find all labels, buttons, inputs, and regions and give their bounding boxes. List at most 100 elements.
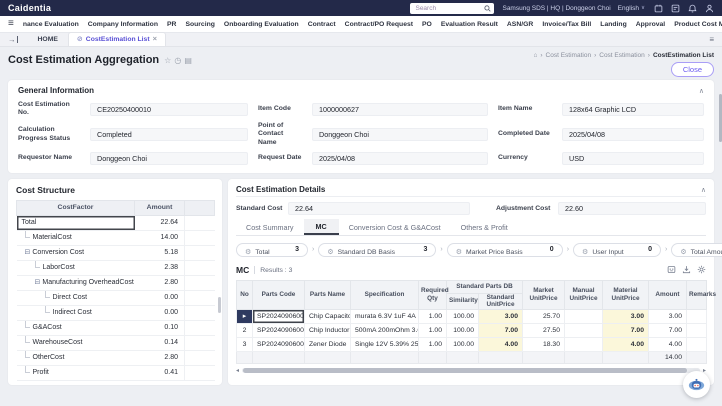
chip-total[interactable]: ⚙Total 3 [236,243,308,257]
tree-row-profit[interactable]: Profit 0.41 [17,365,215,380]
tree-row-laborcost[interactable]: LaborCost 2.38 [17,260,215,275]
column-header-parts-name[interactable]: Parts Name [305,280,351,309]
selected-row-arrow-icon[interactable]: ▸ [237,309,253,323]
chip-total-amount[interactable]: ⚙Total Amount 14.00 [671,243,722,257]
chip-market-price-basis[interactable]: ⚙Market Price Basis 0 [447,243,563,257]
column-header-required-qty[interactable]: Required Qty [419,280,447,309]
horizontal-scrollbar[interactable]: ◂ ▸ [236,368,706,374]
column-header-no[interactable]: No [237,280,253,309]
breadcrumb-item[interactable]: Cost Estimation [546,52,592,59]
menu-item-invoice-tax-bill[interactable]: Invoice/Tax Bill [542,21,591,28]
menu-item-onboarding-evaluation[interactable]: Onboarding Evaluation [224,21,299,28]
tree-node-amount: 2.38 [135,260,185,275]
tree-row-direct-cost[interactable]: Direct Cost 0.00 [17,290,215,305]
language-selector[interactable]: English ∨ [618,5,645,12]
tree-row-warehousecost[interactable]: WarehouseCost 0.14 [17,335,215,350]
chip-user-input[interactable]: ⚙User Input 0 [573,243,661,257]
column-header-similarity[interactable]: Similarity [447,293,479,309]
column-header-material-unitprice[interactable]: Material UnitPrice [603,280,649,309]
chatbot-grid-icon[interactable] [667,261,676,279]
home-icon[interactable]: ⌂ [533,52,537,59]
search-icon[interactable] [484,0,491,17]
global-search[interactable] [410,3,494,14]
tree-row-conversion-cost[interactable]: ⊟Conversion Cost 5.18 [17,245,215,260]
tree-row-manufacturing-overheadcost[interactable]: ⊟Manufacturing OverheadCost 2.80 [17,275,215,290]
field-label: Item Code [258,105,302,113]
column-header-amount[interactable]: Amount [649,280,687,309]
column-header-costfactor[interactable]: CostFactor [17,200,135,215]
download-icon[interactable] [682,261,691,279]
menu-item-sourcing[interactable]: Sourcing [185,21,214,28]
close-tab-icon[interactable]: × [153,35,157,43]
user-identity[interactable]: Samsung SDS | HQ | Donggeon Choi [502,5,610,12]
menu-item-contract[interactable]: Contract [308,21,336,28]
user-profile-icon[interactable] [705,4,714,13]
tab-cost-summary[interactable]: Cost Summary [236,220,304,235]
menu-item-contract-po-request[interactable]: Contract/PO Request [345,21,413,28]
column-header-manual-unitprice[interactable]: Manual UnitPrice [565,280,603,309]
tab-mc[interactable]: MC [304,219,339,235]
scrollbar-track[interactable] [242,368,700,373]
column-header-remarks[interactable]: Remarks [687,280,707,309]
tab-others-profit[interactable]: Others & Profit [451,220,518,235]
memo-icon[interactable]: ▤ [184,56,192,65]
history-clock-icon[interactable]: ◷ [174,56,181,65]
scrollbar-thumb[interactable] [243,368,687,373]
collapse-section-icon[interactable]: ∧ [701,186,706,194]
cell-remarks [687,323,707,337]
vertical-scrollbar[interactable] [218,297,221,313]
menu-item-pr[interactable]: PR [167,21,176,28]
collapse-node-icon[interactable]: ⊟ [35,279,41,286]
menu-item-asn-gr[interactable]: ASN/GR [507,21,533,28]
tab-home[interactable]: HOME [28,34,68,46]
menu-item-evaluation-result[interactable]: Evaluation Result [441,21,498,28]
hamburger-icon[interactable]: ≡ [8,19,14,29]
cost-structure-tree-table: CostFactor Amount Total 22.64 MaterialCo… [16,200,215,381]
search-input[interactable] [415,5,484,12]
menu-item-approval[interactable]: Approval [636,21,665,28]
gear-icon: ⚙ [245,249,251,256]
tab-list-icon[interactable]: ≡ [709,35,714,44]
cell-similarity: 100.00 [447,323,479,337]
menu-item-product-cost-management[interactable]: Product Cost Management [674,21,722,28]
scroll-left-icon[interactable]: ◂ [236,368,239,374]
menu-item-po[interactable]: PO [422,21,432,28]
collapse-node-icon[interactable]: ⊟ [25,249,31,256]
tab-conversion-cost-gacost[interactable]: Conversion Cost & G&ACost [339,220,451,235]
calendar-icon[interactable] [654,4,663,13]
tree-row-materialcost[interactable]: MaterialCost 14.00 [17,230,215,245]
notification-bell-icon[interactable] [688,4,697,13]
note-icon[interactable] [671,4,680,13]
column-header-standard-unitprice[interactable]: Standard UnitPrice [479,293,523,309]
grid-row-1-selected[interactable]: ▸ SP2024090600004 Chip Capacitor murata … [237,309,707,323]
menu-item-landing[interactable]: Landing [600,21,626,28]
breadcrumb-sep-icon: › [594,52,596,59]
column-header-market-unitprice[interactable]: Market UnitPrice [523,280,565,309]
menu-item-company-information[interactable]: Company Information [88,21,158,28]
breadcrumb-item[interactable]: Cost Estimation [599,52,645,59]
column-header-specification[interactable]: Specification [351,280,419,309]
close-button[interactable]: Close [671,62,714,77]
expand-panel-icon[interactable]: → [8,35,18,44]
favorite-star-icon[interactable]: ☆ [164,56,171,65]
tree-row-othercost[interactable]: OtherCost 2.80 [17,350,215,365]
column-header-parts-code[interactable]: Parts Code [253,280,305,309]
column-header-amount[interactable]: Amount [135,200,185,215]
tree-node-label: Direct Cost [53,294,88,301]
tab-cost-estimation-list[interactable]: ⊘ CostEstimation List × [68,32,166,46]
menu-item-performance-evaluation[interactable]: nance Evaluation [23,21,79,28]
grid-row-3[interactable]: 3 SP2024090600008 Zener Diode Single 12V… [237,337,707,351]
collapse-section-icon[interactable]: ∧ [699,87,704,95]
tree-row-total[interactable]: Total 22.64 [17,215,215,230]
cell-manual-unitprice [565,323,603,337]
tree-row-ga-cost[interactable]: G&ACost 0.10 [17,320,215,335]
tree-row-indirect-cost[interactable]: Indirect Cost 0.00 [17,305,215,320]
chip-standard-db-basis[interactable]: ⚙Standard DB Basis 3 [318,243,436,257]
pin-icon[interactable]: ⊘ [77,35,83,43]
chatbot-assistant-button[interactable] [683,371,710,398]
chevron-down-icon: ∨ [641,5,645,11]
grid-row-2[interactable]: 2 SP2024090600005 Chip Inductor 500mA 20… [237,323,707,337]
cell-market-unitprice: 25.70 [523,309,565,323]
field-value-requestor-name: Donggeon Choi [90,152,248,165]
grid-settings-gear-icon[interactable] [697,261,706,279]
